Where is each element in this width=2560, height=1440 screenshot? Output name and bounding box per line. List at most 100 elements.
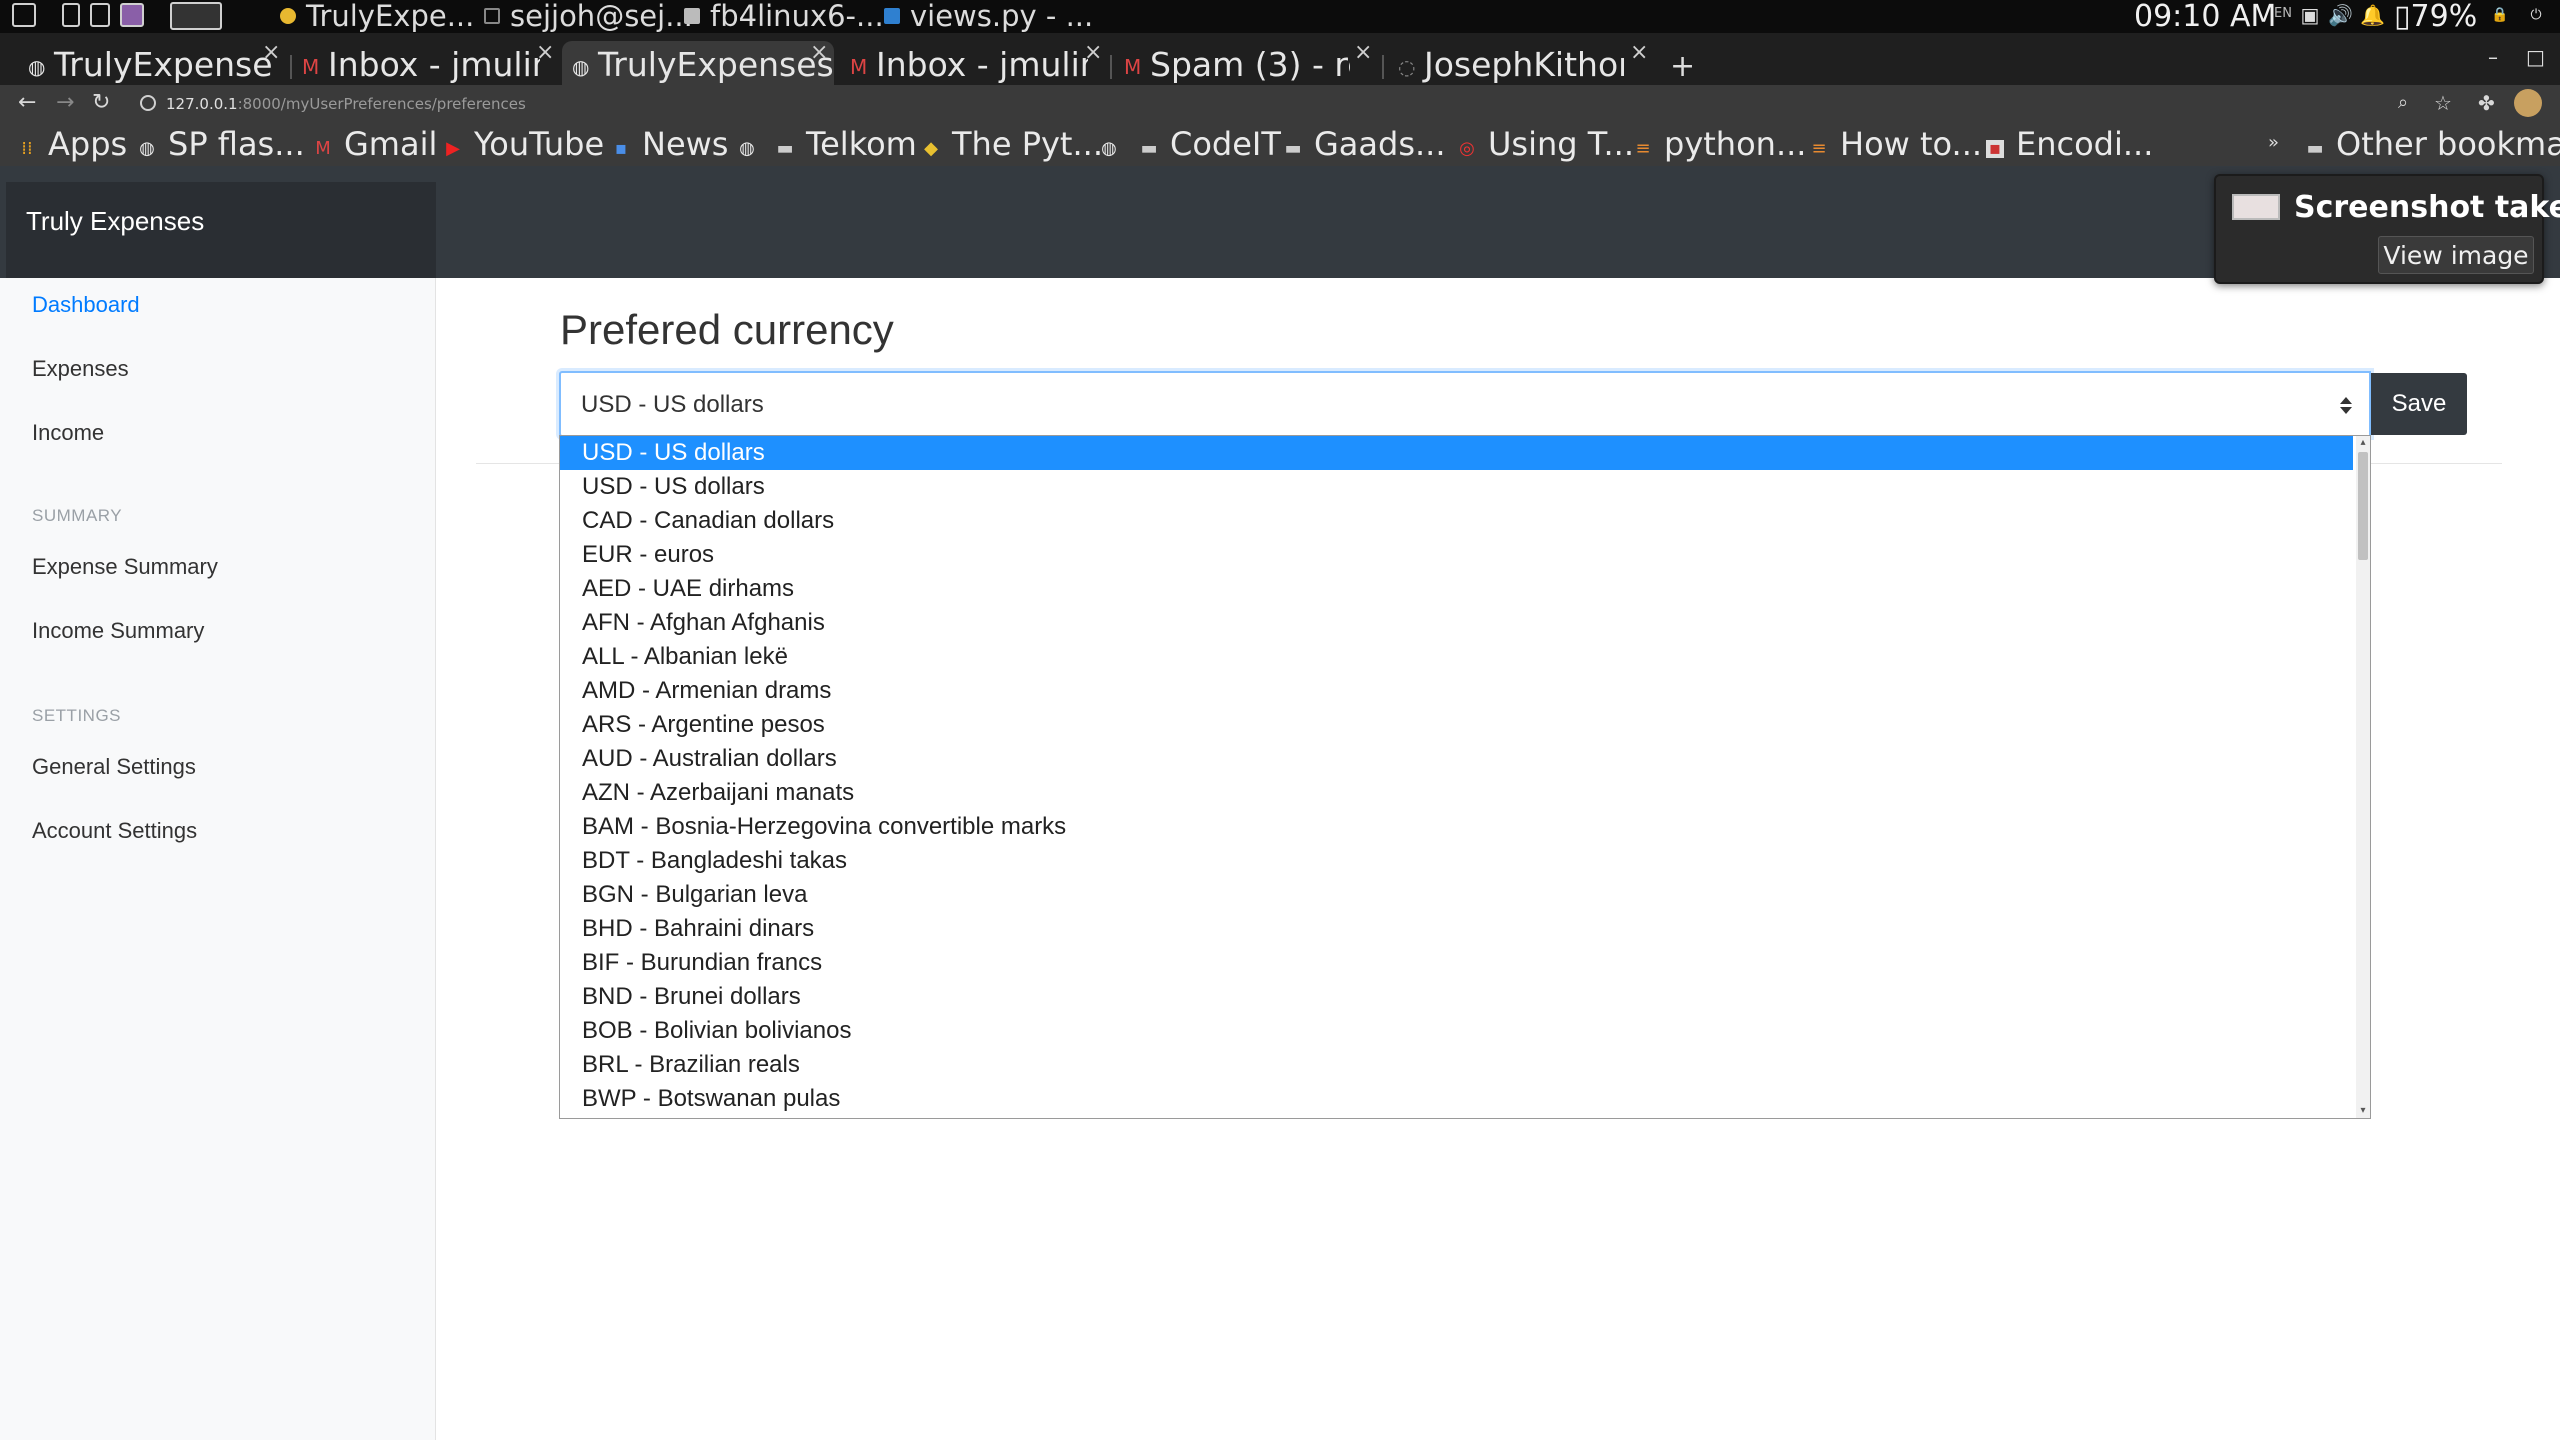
task-vscode[interactable]: views.py - ... (884, 0, 1093, 33)
currency-option[interactable]: ALL - Albanian lekë (560, 640, 2356, 674)
select-arrows-icon (2340, 397, 2352, 414)
currency-dropdown-list[interactable]: USD - US dollars USD - US dollars CAD - … (559, 435, 2371, 1119)
close-icon[interactable]: × (810, 33, 828, 73)
app-menu-icon[interactable] (12, 3, 36, 27)
zoom-icon[interactable]: ⌕ (2398, 89, 2408, 117)
currency-option[interactable]: AFN - Afghan Afghanis (560, 606, 2356, 640)
bookmark-python-so[interactable]: ≡ python... (1634, 124, 1806, 164)
currency-option[interactable]: BDT - Bangladeshi takas (560, 844, 2356, 878)
files-icon[interactable] (62, 3, 80, 27)
currency-option[interactable]: AED - UAE dirhams (560, 572, 2356, 606)
notification-bell-icon[interactable]: 🔔 (2360, 5, 2385, 25)
currency-option[interactable]: BND - Brunei dollars (560, 980, 2356, 1014)
bookmark-python[interactable]: ◆ The Pyt... (922, 124, 1103, 164)
news-icon: ▪ (614, 138, 628, 159)
tab-spam[interactable]: MSpam (3) - reb (1124, 45, 1350, 85)
currency-option[interactable]: BAM - Bosnia-Herzegovina convertible mar… (560, 810, 2356, 844)
minimize-icon[interactable]: – (2488, 45, 2498, 69)
tab-inbox-1[interactable]: MInbox - jmuling (302, 45, 540, 85)
task-terminal[interactable]: sejjoh@sej... (484, 0, 693, 33)
bookmark-codeit[interactable]: ▬ CodeIT (1140, 124, 1280, 164)
bookmark-gmail[interactable]: M Gmail (314, 124, 437, 164)
dropdown-scrollbar[interactable]: ▴ ▾ (2356, 436, 2370, 1118)
close-icon[interactable]: × (1630, 33, 1648, 73)
scroll-up-icon[interactable]: ▴ (2358, 438, 2368, 448)
bookmark-youtube[interactable]: ▶ YouTube (444, 124, 604, 164)
clock[interactable]: 09:10 AM (2134, 0, 2276, 33)
lock-icon[interactable]: 🔒 (2490, 5, 2510, 25)
currency-option[interactable]: BOB - Bolivian bolivianos (560, 1014, 2356, 1048)
currency-select[interactable]: USD - US dollars (559, 371, 2371, 437)
save-button[interactable]: Save (2371, 373, 2467, 435)
tab-github[interactable]: ◌JosephKithom (1398, 45, 1624, 85)
back-icon[interactable]: ← (18, 89, 36, 117)
bookmark-gaads[interactable]: ▬ Gaads... (1284, 124, 1445, 164)
currency-option[interactable]: AMD - Armenian drams (560, 674, 2356, 708)
task-chrome[interactable]: TrulyExpe... (280, 0, 474, 33)
currency-option[interactable]: BHD - Bahraini dinars (560, 912, 2356, 946)
bookmark-using[interactable]: ◎ Using T... (1458, 124, 1634, 164)
currency-option[interactable]: BIF - Burundian francs (560, 946, 2356, 980)
chevron-more-icon[interactable]: » (2268, 132, 2279, 153)
sidebar-item-income-summary[interactable]: Income Summary (32, 618, 204, 644)
power-icon[interactable]: ⏻ (2526, 5, 2546, 25)
currency-option[interactable]: AUD - Australian dollars (560, 742, 2356, 776)
bookmark-sp-flash[interactable]: ◍ SP flas... (138, 124, 305, 164)
currency-option[interactable]: BWP - Botswanan pulas (560, 1082, 2356, 1116)
sidebar-item-expense-summary[interactable]: Expense Summary (32, 554, 218, 580)
bookmark-how-to[interactable]: ≡ How to... (1810, 124, 1982, 164)
currency-option[interactable]: USD - US dollars (560, 436, 2353, 470)
bookmark-news[interactable]: ▪ News (612, 124, 729, 164)
bookmark-globe[interactable]: ◍ (738, 124, 768, 164)
volume-icon[interactable]: 🔊 (2328, 5, 2353, 25)
sidebar-item-account-settings[interactable]: Account Settings (32, 818, 197, 844)
currency-option[interactable]: ARS - Argentine pesos (560, 708, 2356, 742)
bookmark-apps[interactable]: ⁞⁞ Apps (18, 124, 127, 164)
scroll-down-icon[interactable]: ▾ (2358, 1106, 2368, 1116)
currency-option[interactable]: BGN - Bulgarian leva (560, 878, 2356, 912)
close-icon[interactable]: × (262, 33, 280, 73)
forward-icon[interactable]: → (56, 89, 74, 117)
currency-option[interactable]: CAD - Canadian dollars (560, 504, 2356, 538)
battery-indicator[interactable]: ▯79% (2394, 0, 2477, 33)
currency-option[interactable]: AZN - Azerbaijani manats (560, 776, 2356, 810)
currency-option[interactable]: BRL - Brazilian reals (560, 1048, 2356, 1082)
terminal-icon[interactable] (90, 3, 110, 27)
currency-option[interactable]: USD - US dollars (560, 470, 2356, 504)
profile-avatar[interactable] (2514, 89, 2542, 117)
view-image-button[interactable]: View image (2378, 236, 2534, 274)
tab-inbox-2[interactable]: MInbox - jmuling (850, 45, 1088, 85)
sidebar-item-income[interactable]: Income (32, 420, 104, 446)
network-icon[interactable]: ▣ (2300, 5, 2320, 25)
keyboard-layout[interactable]: EN (2274, 6, 2292, 21)
chrome-launcher-icon[interactable] (170, 2, 222, 30)
task-files[interactable]: fb4linux6-... (684, 0, 884, 33)
close-icon[interactable]: × (536, 33, 554, 73)
extensions-icon[interactable]: ✤ (2478, 89, 2495, 117)
address-bar[interactable]: 127.0.0.1:8000/myUserPreferences/prefere… (166, 94, 526, 114)
bookmark-star-icon[interactable]: ☆ (2434, 89, 2452, 117)
close-icon[interactable]: × (1354, 33, 1372, 73)
image-viewer-icon[interactable] (120, 3, 144, 27)
tab-trulyexpenses-1[interactable]: ◍ TrulyExpenses (28, 45, 272, 85)
target-icon: ◎ (1459, 138, 1475, 159)
other-bookmarks[interactable]: ▬Other bookmarks (2306, 124, 2560, 164)
globe-icon: ◍ (572, 55, 590, 79)
site-info-icon[interactable] (140, 95, 156, 111)
bookmark-telkom[interactable]: ▬ Telkom (776, 124, 916, 164)
gmail-icon: M (315, 138, 331, 159)
scrollbar-thumb[interactable] (2358, 452, 2368, 560)
currency-option[interactable]: EUR - euros (560, 538, 2356, 572)
maximize-icon[interactable]: □ (2526, 45, 2545, 69)
sidebar-item-expenses[interactable]: Expenses (32, 356, 129, 382)
bookmark-encoding[interactable]: ▪ Encodi... (1986, 124, 2153, 164)
bookmarks-bar: ⁞⁞ Apps ◍ SP flas... M Gmail ▶ YouTube ▪ News… (0, 122, 2560, 166)
reload-icon[interactable]: ↻ (92, 89, 110, 117)
bookmark-globe-2[interactable]: ◍ (1100, 124, 1130, 164)
sidebar-item-dashboard[interactable]: Dashboard (32, 292, 140, 318)
new-tab-button[interactable]: + (1670, 47, 1695, 87)
sidebar-item-general-settings[interactable]: General Settings (32, 754, 196, 780)
close-icon[interactable]: × (1084, 33, 1102, 73)
brand-link[interactable]: Truly Expenses (26, 206, 204, 237)
tab-trulyexpenses-active[interactable]: ◍ TrulyExpenses (562, 41, 834, 85)
